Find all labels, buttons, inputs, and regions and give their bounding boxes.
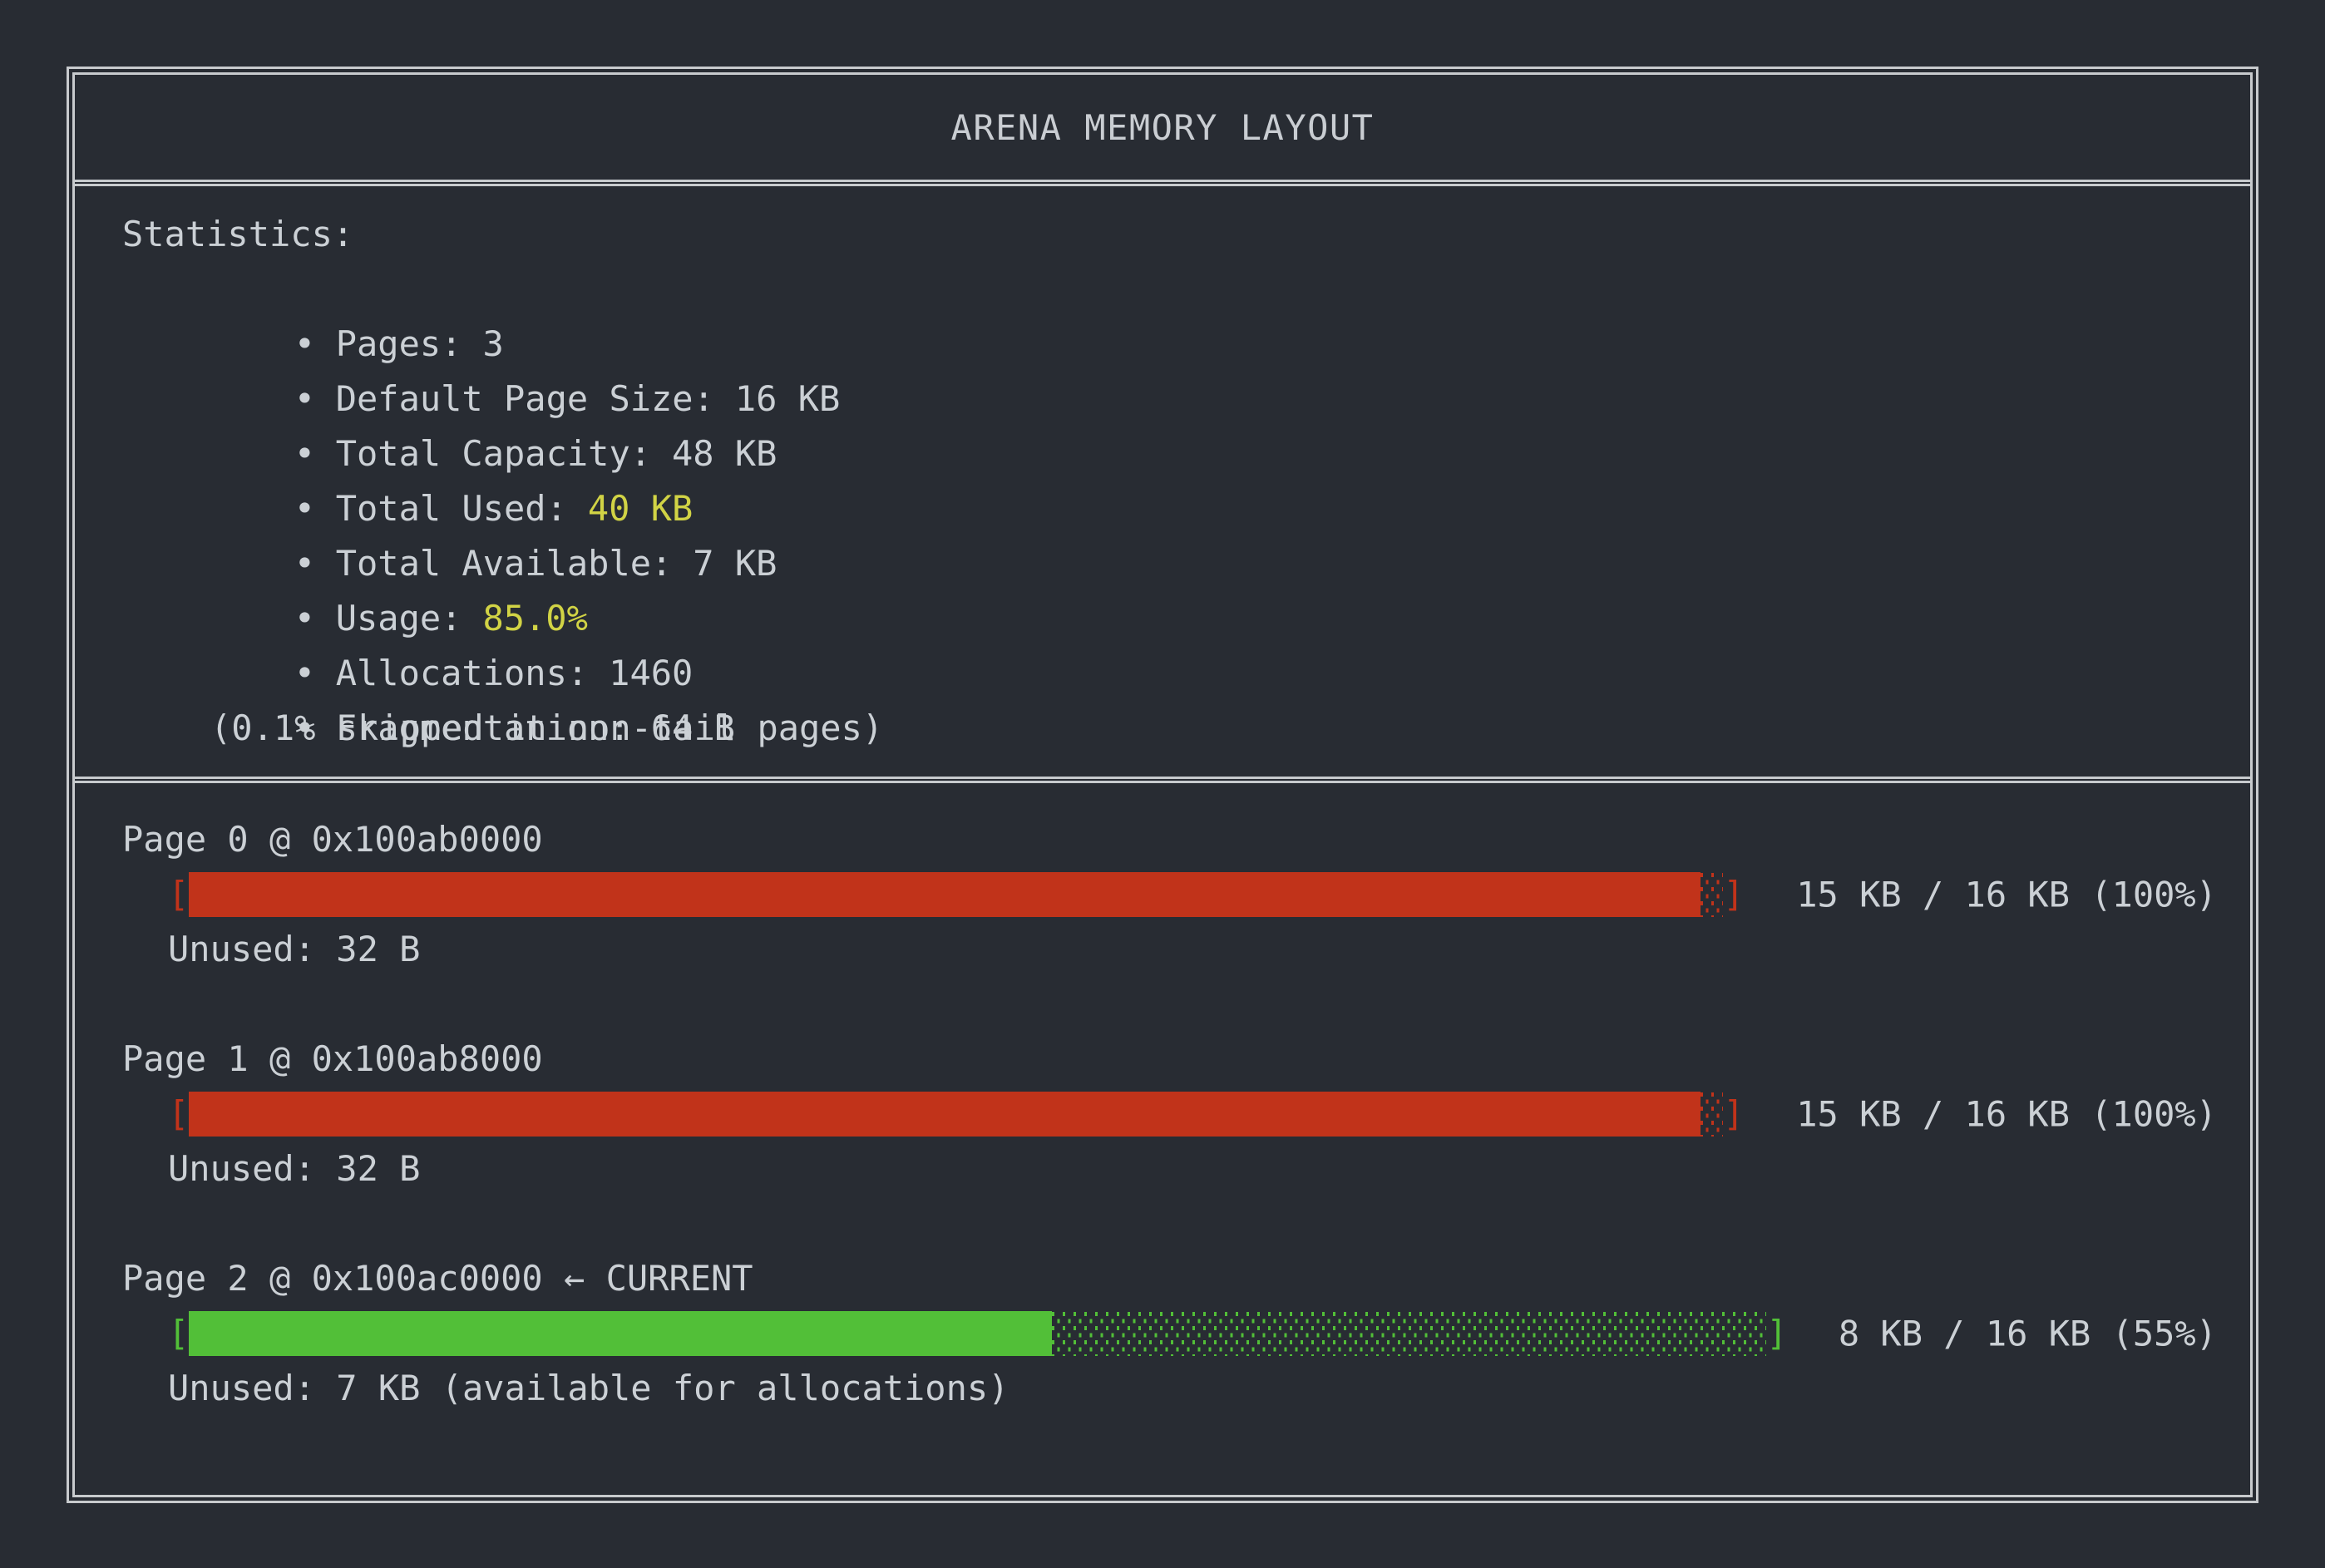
bar-usage-label: 15 KB / 16 KB (100%) [1796, 875, 2217, 915]
bar-close-bracket: ] [1723, 867, 1744, 922]
unused-line: Unused: 32 B [122, 1141, 2250, 1196]
memory-bar [189, 1311, 1766, 1356]
terminal-screen: { "title": "ARENA MEMORY LAYOUT", "color… [0, 0, 2325, 1568]
page-0-block: Page 0 @ 0x100ab0000 [ ] 15 KB / 16 KB (… [122, 812, 2250, 977]
memory-bar [189, 1092, 1723, 1137]
memory-bar-fill [189, 872, 1700, 917]
memory-bar [189, 872, 1723, 917]
stat-value-highlighted: 40 KB [588, 488, 693, 529]
page-heading: Page 2 @ 0x100ac0000 ← CURRENT [122, 1251, 2250, 1306]
fragmentation-footnote: (0.1% skipped in non-tail pages) [122, 701, 2250, 756]
memory-bar-fill [189, 1092, 1700, 1137]
stat-label: Total Used: [336, 488, 567, 529]
bar-usage-label: 8 KB / 16 KB (55%) [1839, 1314, 2217, 1354]
unused-line: Unused: 32 B [122, 922, 2250, 977]
arena-layout-frame: ARENA MEMORY LAYOUT Statistics: •Pages:3… [67, 67, 2258, 1503]
bullet-icon: • [294, 372, 336, 427]
statistics-panel: Statistics: •Pages:3 •Default Page Size:… [75, 186, 2250, 777]
page-title: ARENA MEMORY LAYOUT [951, 107, 1375, 148]
stat-label: Allocations: [336, 653, 588, 693]
stat-label: Default Page Size: [336, 378, 714, 419]
bullet-icon: • [294, 536, 336, 591]
page-heading: Page 1 @ 0x100ab8000 [122, 1032, 2250, 1087]
unused-line: Unused: 7 KB (available for allocations) [122, 1361, 2250, 1416]
title-divider [75, 180, 2250, 186]
memory-bar-unused-region [1701, 872, 1724, 917]
bar-close-bracket: ] [1723, 1087, 1744, 1141]
stat-label: Total Available: [336, 543, 673, 584]
memory-bar-row: [ ] 15 KB / 16 KB (100%) [122, 1087, 2250, 1141]
stats-divider [75, 777, 2250, 783]
title-bar: ARENA MEMORY LAYOUT [75, 75, 2250, 180]
bullet-icon: • [294, 317, 336, 372]
memory-bar-unused-region [1052, 1311, 1766, 1356]
stat-value: 3 [482, 323, 503, 364]
page-2-block: Page 2 @ 0x100ac0000 ← CURRENT [ ] 8 KB … [122, 1251, 2250, 1416]
bullet-icon: • [294, 591, 336, 646]
memory-bar-fill [189, 1311, 1052, 1356]
pages-panel: Page 0 @ 0x100ab0000 [ ] 15 KB / 16 KB (… [75, 783, 2250, 1416]
bar-open-bracket: [ [168, 1306, 189, 1361]
statistics-header: Statistics: [122, 207, 2250, 262]
bar-open-bracket: [ [168, 1087, 189, 1141]
memory-bar-row: [ ] 8 KB / 16 KB (55%) [122, 1306, 2250, 1361]
page-1-block: Page 1 @ 0x100ab8000 [ ] 15 KB / 16 KB (… [122, 1032, 2250, 1196]
memory-bar-row: [ ] 15 KB / 16 KB (100%) [122, 867, 2250, 922]
bullet-icon: • [294, 427, 336, 481]
stat-value: 16 KB [735, 378, 840, 419]
stat-label: Pages: [336, 323, 462, 364]
stat-value: 1460 [609, 653, 693, 693]
stat-label: Usage: [336, 598, 462, 639]
memory-bar-unused-region [1701, 1092, 1724, 1137]
stat-value: 48 KB [672, 433, 777, 474]
bar-close-bracket: ] [1766, 1306, 1787, 1361]
bar-open-bracket: [ [168, 867, 189, 922]
bar-usage-label: 15 KB / 16 KB (100%) [1796, 1094, 2217, 1135]
page-heading: Page 0 @ 0x100ab0000 [122, 812, 2250, 867]
stat-value-highlighted: 85.0% [482, 598, 587, 639]
stat-row-pages: •Pages:3 [122, 262, 2250, 317]
stat-value: 7 KB [693, 543, 777, 584]
stat-label: Total Capacity: [336, 433, 651, 474]
bullet-icon: • [294, 481, 336, 536]
bullet-icon: • [294, 646, 336, 701]
